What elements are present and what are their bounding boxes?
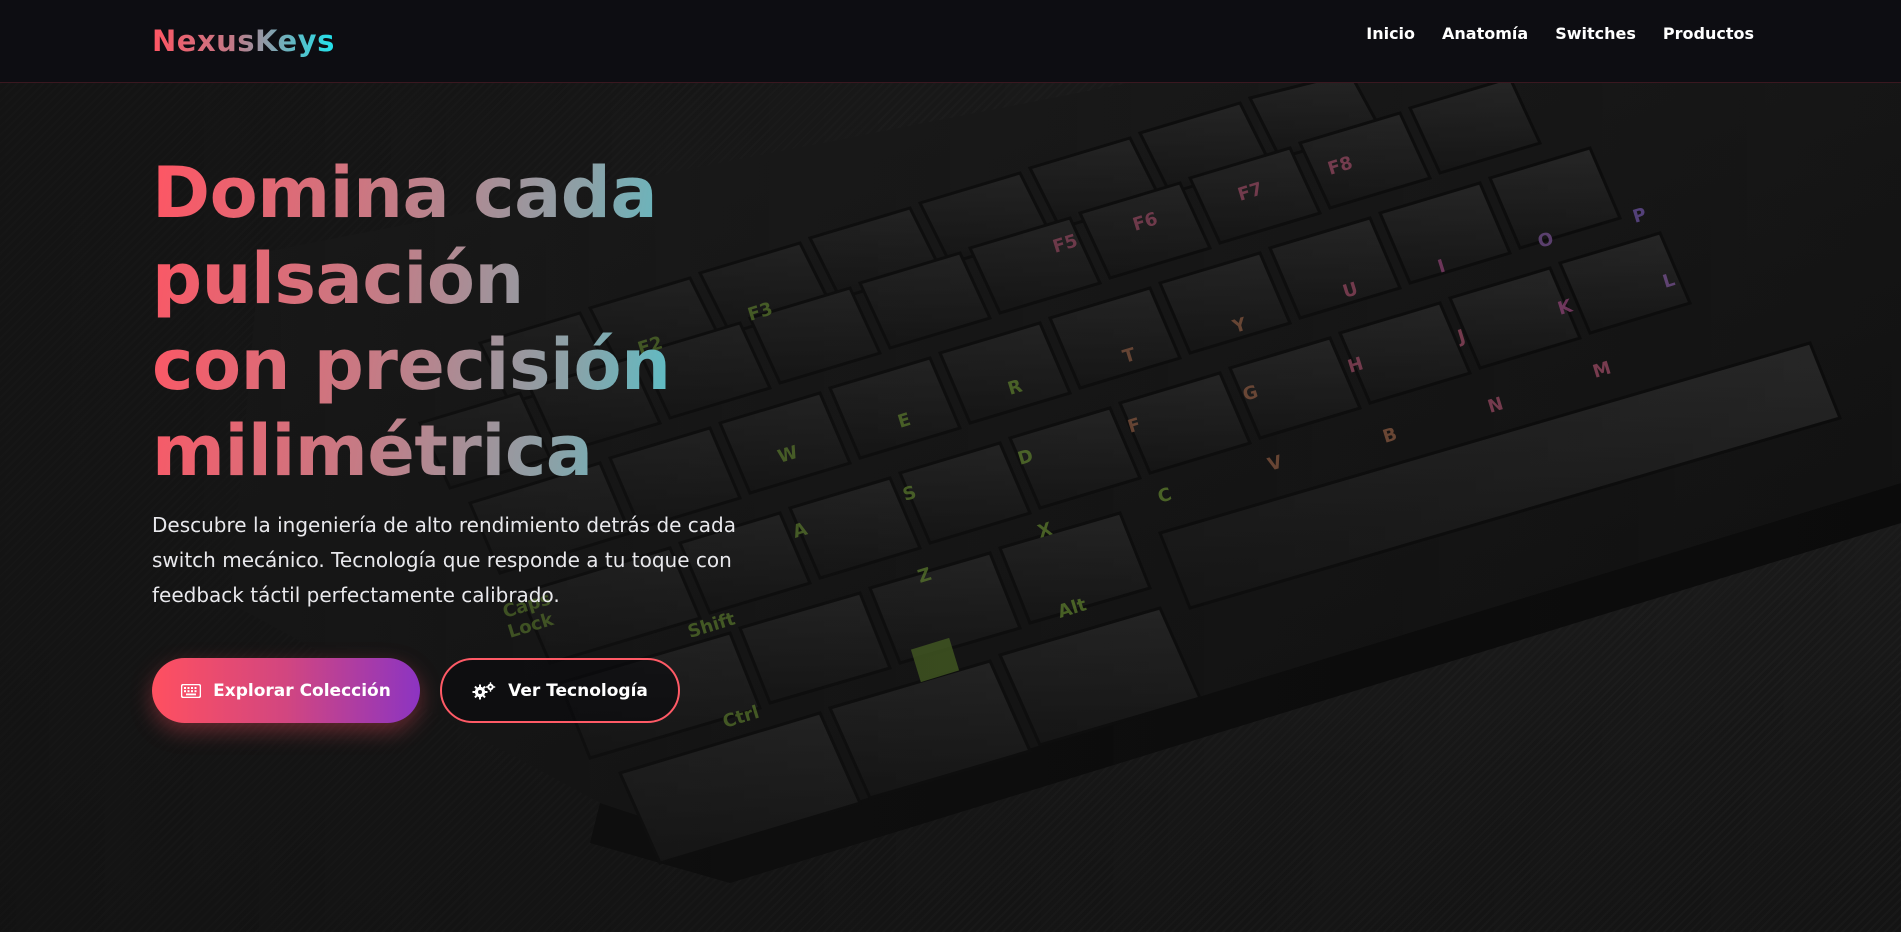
nav-link-anatomia[interactable]: Anatomía — [1442, 24, 1528, 43]
view-technology-label: Ver Tecnología — [508, 680, 648, 701]
view-technology-button[interactable]: Ver Tecnología — [440, 658, 680, 723]
hero-content: Domina cada pulsación con precisión mili… — [152, 150, 972, 723]
explore-collection-label: Explorar Colección — [213, 680, 391, 701]
nav-links: Inicio Anatomía Switches Productos — [1366, 24, 1754, 43]
headline-line-3: milimétrica — [152, 408, 972, 494]
hero-subtitle: Descubre la ingeniería de alto rendimien… — [152, 513, 737, 607]
headline-line-2: con precisión — [152, 322, 972, 408]
top-navbar: NexusKeys Inicio Anatomía Switches Produ… — [0, 0, 1901, 83]
keyboard-icon — [181, 683, 202, 698]
brand-logo[interactable]: NexusKeys — [152, 24, 335, 58]
gears-icon — [472, 681, 496, 699]
hero-headline: Domina cada pulsación con precisión mili… — [152, 150, 972, 494]
explore-collection-button[interactable]: Explorar Colección — [152, 658, 420, 723]
nav-link-productos[interactable]: Productos — [1663, 24, 1754, 43]
nav-link-switches[interactable]: Switches — [1555, 24, 1636, 43]
nav-link-inicio[interactable]: Inicio — [1366, 24, 1415, 43]
cta-row: Explorar Colección Ver Tecnología — [152, 658, 972, 723]
headline-line-1: Domina cada pulsación — [152, 150, 972, 322]
